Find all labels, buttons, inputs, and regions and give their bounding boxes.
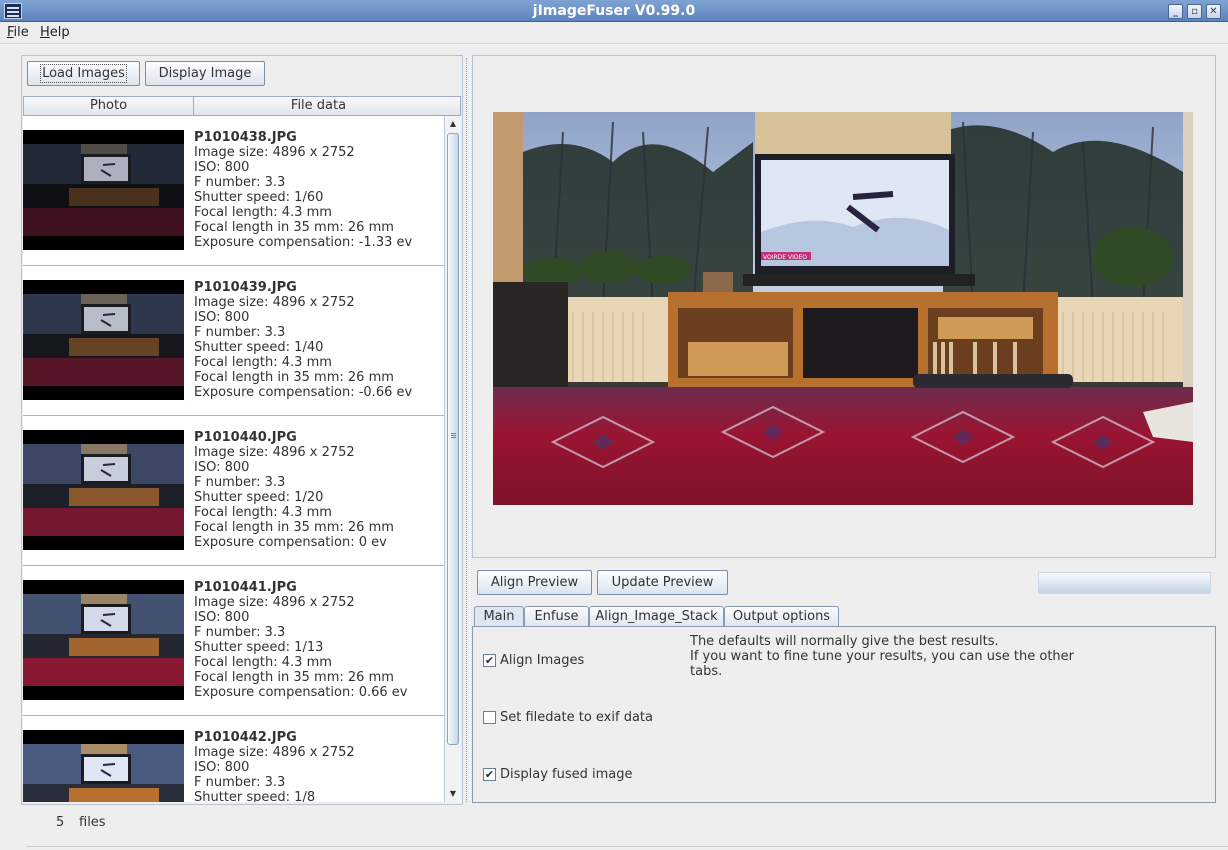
table-row[interactable]: P1010441.JPG Image size: 4896 x 2752 ISO: … — [23, 566, 444, 716]
exif-focal35: Focal length in 35 mm: 26 mm — [194, 220, 394, 235]
exif-iso: ISO: 800 — [194, 610, 250, 625]
set-filedate-label[interactable]: Set filedate to exif data — [500, 710, 653, 725]
exif-fnum: F number: 3.3 — [194, 625, 286, 640]
photo-thumbnail — [23, 430, 184, 550]
table-row[interactable]: P1010438.JPG Image size: 4896 x 2752 ISO: … — [23, 116, 444, 266]
close-icon[interactable]: ✕ — [1206, 4, 1221, 19]
tab-output-options[interactable]: Output options — [724, 606, 839, 627]
photo-thumbnail — [23, 730, 184, 802]
main-tab-info-text: The defaults will normally give the best… — [690, 634, 1080, 679]
info-line: tabs. — [690, 664, 723, 679]
grip-icon — [451, 433, 456, 434]
exif-focal35: Focal length in 35 mm: 26 mm — [194, 370, 394, 385]
scroll-down-icon[interactable]: ▼ — [445, 786, 461, 802]
exif-exposure: Exposure compensation: -0.66 ev — [194, 385, 413, 400]
window-title: jImageFuser V0.99.0 — [532, 3, 696, 19]
status-divider — [26, 846, 1228, 847]
file-data-cell: P1010439.JPG Image size: 4896 x 2752 ISO: … — [194, 280, 412, 400]
column-header-file-data[interactable]: File data — [193, 97, 443, 115]
menu-help[interactable]: Help — [40, 25, 70, 40]
column-header-photo[interactable]: Photo — [24, 97, 193, 115]
exif-iso: ISO: 800 — [194, 160, 250, 175]
load-images-button[interactable]: Load Images — [27, 61, 140, 86]
fused-preview-image: VOIRDE VIDEO — [493, 112, 1193, 505]
file-name: P1010439.JPG — [194, 280, 297, 295]
exif-size: Image size: 4896 x 2752 — [194, 745, 355, 760]
app-icon[interactable] — [4, 3, 22, 19]
exif-shutter: Shutter speed: 1/8 — [194, 790, 316, 802]
exif-shutter: Shutter speed: 1/13 — [194, 640, 324, 655]
file-name: P1010442.JPG — [194, 730, 297, 745]
file-data-cell: P1010442.JPG Image size: 4896 x 2752 ISO: … — [194, 730, 355, 802]
exif-fnum: F number: 3.3 — [194, 775, 286, 790]
exif-focal: Focal length: 4.3 mm — [194, 655, 332, 670]
display-fused-image-checkbox[interactable]: ✔ — [483, 768, 496, 781]
photo-thumbnail — [23, 580, 184, 700]
exif-exposure: Exposure compensation: 0.66 ev — [194, 685, 408, 700]
files-label: files — [79, 815, 106, 830]
align-images-checkbox[interactable]: ✔ — [483, 654, 496, 667]
image-table: P1010438.JPG Image size: 4896 x 2752 ISO: … — [23, 116, 444, 802]
exif-focal: Focal length: 4.3 mm — [194, 205, 332, 220]
maximize-icon[interactable]: ▫ — [1187, 4, 1202, 19]
tab-align-image-stack[interactable]: Align_Image_Stack — [589, 606, 724, 627]
scroll-thumb[interactable] — [447, 133, 459, 745]
exif-size: Image size: 4896 x 2752 — [194, 595, 355, 610]
exif-focal: Focal length: 4.3 mm — [194, 505, 332, 520]
file-name: P1010440.JPG — [194, 430, 297, 445]
exif-size: Image size: 4896 x 2752 — [194, 295, 355, 310]
exif-fnum: F number: 3.3 — [194, 325, 286, 340]
table-header: Photo File data — [23, 96, 461, 116]
exif-focal35: Focal length in 35 mm: 26 mm — [194, 520, 394, 535]
svg-text:VOIRDE VIDEO: VOIRDE VIDEO — [763, 254, 807, 261]
exif-shutter: Shutter speed: 1/20 — [194, 490, 324, 505]
menu-file[interactable]: File — [7, 25, 29, 40]
update-preview-button[interactable]: Update Preview — [597, 570, 728, 595]
file-name: P1010438.JPG — [194, 130, 297, 145]
exif-size: Image size: 4896 x 2752 — [194, 445, 355, 460]
file-count: 5 — [56, 815, 65, 830]
exif-shutter: Shutter speed: 1/40 — [194, 340, 324, 355]
info-line: If you want to fine tune your results, y… — [690, 649, 1075, 664]
exif-focal35: Focal length in 35 mm: 26 mm — [194, 670, 394, 685]
minimize-icon[interactable]: _ — [1168, 4, 1183, 19]
file-data-cell: P1010440.JPG Image size: 4896 x 2752 ISO: … — [194, 430, 394, 550]
exif-iso: ISO: 800 — [194, 310, 250, 325]
tab-enfuse[interactable]: Enfuse — [524, 606, 589, 627]
display-image-button[interactable]: Display Image — [145, 61, 265, 86]
tab-main[interactable]: Main — [474, 606, 524, 627]
file-data-cell: P1010438.JPG Image size: 4896 x 2752 ISO: … — [194, 130, 412, 250]
exif-shutter: Shutter speed: 1/60 — [194, 190, 324, 205]
photo-thumbnail — [23, 280, 184, 400]
exif-iso: ISO: 800 — [194, 760, 250, 775]
scroll-up-icon[interactable]: ▲ — [445, 116, 461, 132]
file-name: P1010441.JPG — [194, 580, 297, 595]
exif-exposure: Exposure compensation: 0 ev — [194, 535, 387, 550]
align-preview-button[interactable]: Align Preview — [477, 570, 592, 595]
menu-bar: File Help — [0, 22, 1228, 44]
title-bar: jImageFuser V0.99.0 _ ▫ ✕ — [0, 0, 1228, 22]
exif-iso: ISO: 800 — [194, 460, 250, 475]
file-data-cell: P1010441.JPG Image size: 4896 x 2752 ISO: … — [194, 580, 408, 700]
info-line: The defaults will normally give the best… — [690, 634, 999, 649]
photo-thumbnail — [23, 130, 184, 250]
exif-fnum: F number: 3.3 — [194, 475, 286, 490]
display-fused-image-label[interactable]: Display fused image — [500, 767, 633, 782]
table-row[interactable]: P1010442.JPG Image size: 4896 x 2752 ISO: … — [23, 716, 444, 802]
exif-fnum: F number: 3.3 — [194, 175, 286, 190]
progress-bar — [1038, 572, 1211, 594]
table-row[interactable]: P1010439.JPG Image size: 4896 x 2752 ISO: … — [23, 266, 444, 416]
exif-size: Image size: 4896 x 2752 — [194, 145, 355, 160]
table-row[interactable]: P1010440.JPG Image size: 4896 x 2752 ISO: … — [23, 416, 444, 566]
set-filedate-checkbox[interactable] — [483, 711, 496, 724]
align-images-label[interactable]: Align Images — [500, 653, 584, 668]
exif-exposure: Exposure compensation: -1.33 ev — [194, 235, 413, 250]
table-scrollbar[interactable]: ▲ ▼ — [444, 116, 461, 802]
split-pane-divider[interactable] — [466, 58, 469, 802]
exif-focal: Focal length: 4.3 mm — [194, 355, 332, 370]
